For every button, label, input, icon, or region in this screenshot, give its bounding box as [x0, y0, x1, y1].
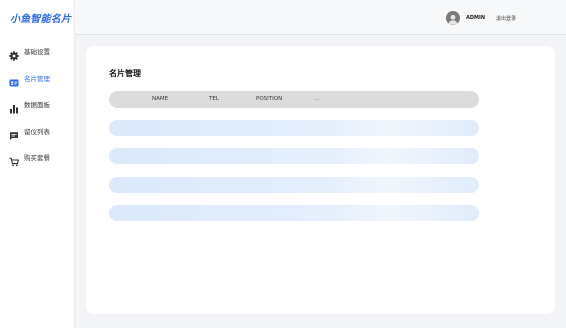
sidebar-item-buy-package[interactable]: 购买套餐: [0, 144, 75, 171]
table-row-skeleton: [109, 177, 479, 193]
column-header-position: POSITION: [256, 96, 283, 102]
sidebar-item-label: 购买套餐: [24, 154, 50, 163]
bar-chart-icon: [9, 99, 19, 114]
table-row-skeleton: [109, 148, 479, 164]
column-header-tel: TEL: [209, 96, 219, 102]
page-title: 名片管理: [109, 69, 141, 78]
app-logo[interactable]: 小鱼智能名片: [10, 10, 71, 25]
sidebar-item-data-panel[interactable]: 数据面板: [0, 91, 75, 118]
user-avatar[interactable]: [446, 11, 460, 25]
sidebar-item-label: 数据面板: [24, 101, 50, 110]
user-icon: [448, 14, 458, 25]
column-header-name: NAME: [152, 96, 169, 102]
sidebar-nav: 基础设置 名片管理 数据面板 留仪列表 购买套餐: [0, 38, 75, 171]
sidebar-item-label: 基础设置: [24, 48, 50, 57]
sidebar-item-label: 留仪列表: [24, 127, 50, 136]
sidebar-item-card-management[interactable]: 名片管理: [0, 65, 75, 92]
sidebar-item-label: 名片管理: [24, 74, 50, 83]
table-header: NAME TEL POSITION ...: [109, 91, 479, 108]
card-icon: [9, 73, 19, 87]
gear-icon: [9, 46, 19, 61]
sidebar-item-basic-settings[interactable]: 基础设置: [0, 38, 75, 65]
table-row-skeleton: [109, 120, 479, 136]
cart-icon: [9, 152, 19, 167]
sidebar-item-message-list[interactable]: 留仪列表: [0, 118, 75, 145]
user-name: ADMIN: [466, 15, 486, 21]
table-row-skeleton: [109, 205, 479, 221]
column-header-more: ...: [314, 96, 320, 102]
top-header: ADMIN 退出登录: [75, 0, 566, 35]
logout-link[interactable]: 退出登录: [496, 15, 516, 22]
sidebar: 小鱼智能名片 基础设置 名片管理 数据面板 留仪列表 购买套餐: [0, 0, 75, 328]
main-card: 名片管理 NAME TEL POSITION ...: [86, 46, 555, 314]
message-icon: [9, 126, 19, 140]
